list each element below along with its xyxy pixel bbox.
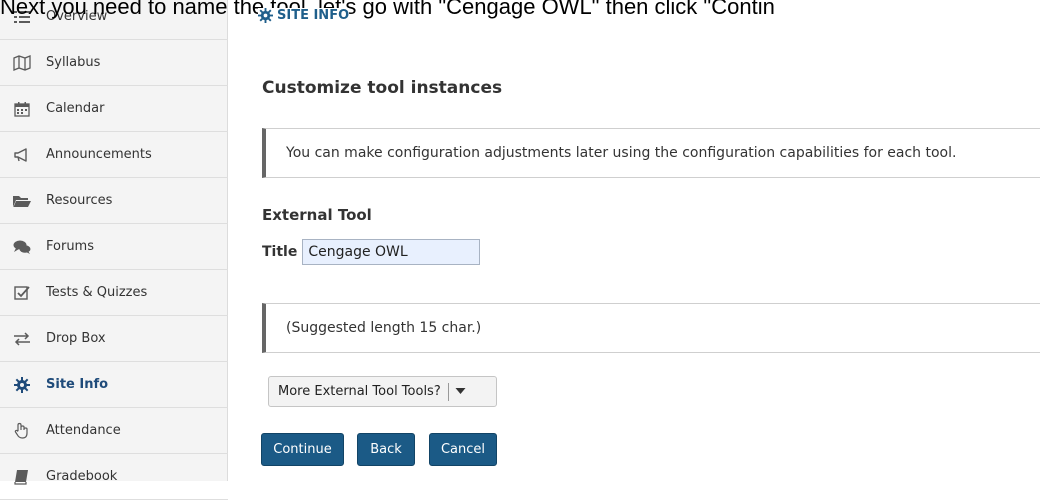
info-message: You can make configuration adjustments l…	[262, 128, 1040, 178]
sidebar-item-site-info[interactable]: Site Info	[0, 362, 228, 408]
sidebar-item-resources[interactable]: Resources	[0, 178, 228, 224]
gear-icon	[258, 8, 273, 23]
sidebar-item-calendar[interactable]: Calendar	[0, 86, 228, 132]
sidebar-item-label: Syllabus	[46, 55, 101, 70]
sidebar: Overview Syllabus Calendar Announcements…	[0, 0, 228, 500]
sidebar-item-label: Resources	[46, 193, 113, 208]
chat-icon	[13, 238, 31, 256]
sidebar-item-label: Calendar	[46, 101, 105, 116]
title-input[interactable]	[302, 239, 481, 265]
more-tools-dropdown[interactable]: More External Tool Tools?	[268, 376, 497, 407]
sidebar-item-drop-box[interactable]: Drop Box	[0, 316, 228, 362]
title-label: Title	[262, 244, 298, 260]
sidebar-item-syllabus[interactable]: Syllabus	[0, 40, 228, 86]
tool-title: SITE INFO	[258, 8, 350, 23]
instruction-caption: Next you need to name the tool, let's go…	[0, 0, 775, 19]
map-icon	[13, 54, 31, 72]
sidebar-item-label: Site Info	[46, 377, 109, 392]
gear-icon	[13, 376, 31, 394]
suggestion-box: (Suggested length 15 char.)	[262, 303, 1040, 353]
hand-icon	[13, 422, 31, 440]
sidebar-item-label: Forums	[46, 239, 94, 254]
checkbox-icon	[13, 284, 31, 302]
calendar-icon	[13, 100, 31, 118]
sidebar-item-announcements[interactable]: Announcements	[0, 132, 228, 178]
sidebar-item-tests-quizzes[interactable]: Tests & Quizzes	[0, 270, 228, 316]
caret-down-icon	[455, 384, 466, 399]
continue-button[interactable]: Continue	[261, 433, 344, 466]
info-message-text: You can make configuration adjustments l…	[286, 145, 957, 161]
cancel-button[interactable]: Cancel	[429, 433, 497, 466]
title-field-row: Title	[262, 239, 481, 265]
section-label: External Tool	[262, 206, 372, 224]
sidebar-item-label: Drop Box	[46, 331, 106, 346]
page-heading: Customize tool instances	[262, 78, 503, 98]
sidebar-item-gradebook[interactable]: Gradebook	[0, 454, 228, 500]
sidebar-item-label: Tests & Quizzes	[46, 285, 148, 300]
dropdown-divider	[447, 382, 449, 401]
book-icon	[13, 468, 31, 486]
megaphone-icon	[13, 146, 31, 164]
sidebar-item-label: Gradebook	[46, 469, 118, 484]
sidebar-item-label: Attendance	[46, 423, 121, 438]
sidebar-item-attendance[interactable]: Attendance	[0, 408, 228, 454]
folder-icon	[13, 192, 31, 210]
tool-title-text: SITE INFO	[277, 8, 350, 23]
sidebar-item-forums[interactable]: Forums	[0, 224, 228, 270]
more-tools-label: More External Tool Tools?	[278, 384, 441, 399]
sidebar-item-label: Announcements	[46, 147, 152, 162]
exchange-icon	[13, 330, 31, 348]
back-button[interactable]: Back	[357, 433, 415, 466]
suggestion-text: (Suggested length 15 char.)	[286, 320, 482, 336]
